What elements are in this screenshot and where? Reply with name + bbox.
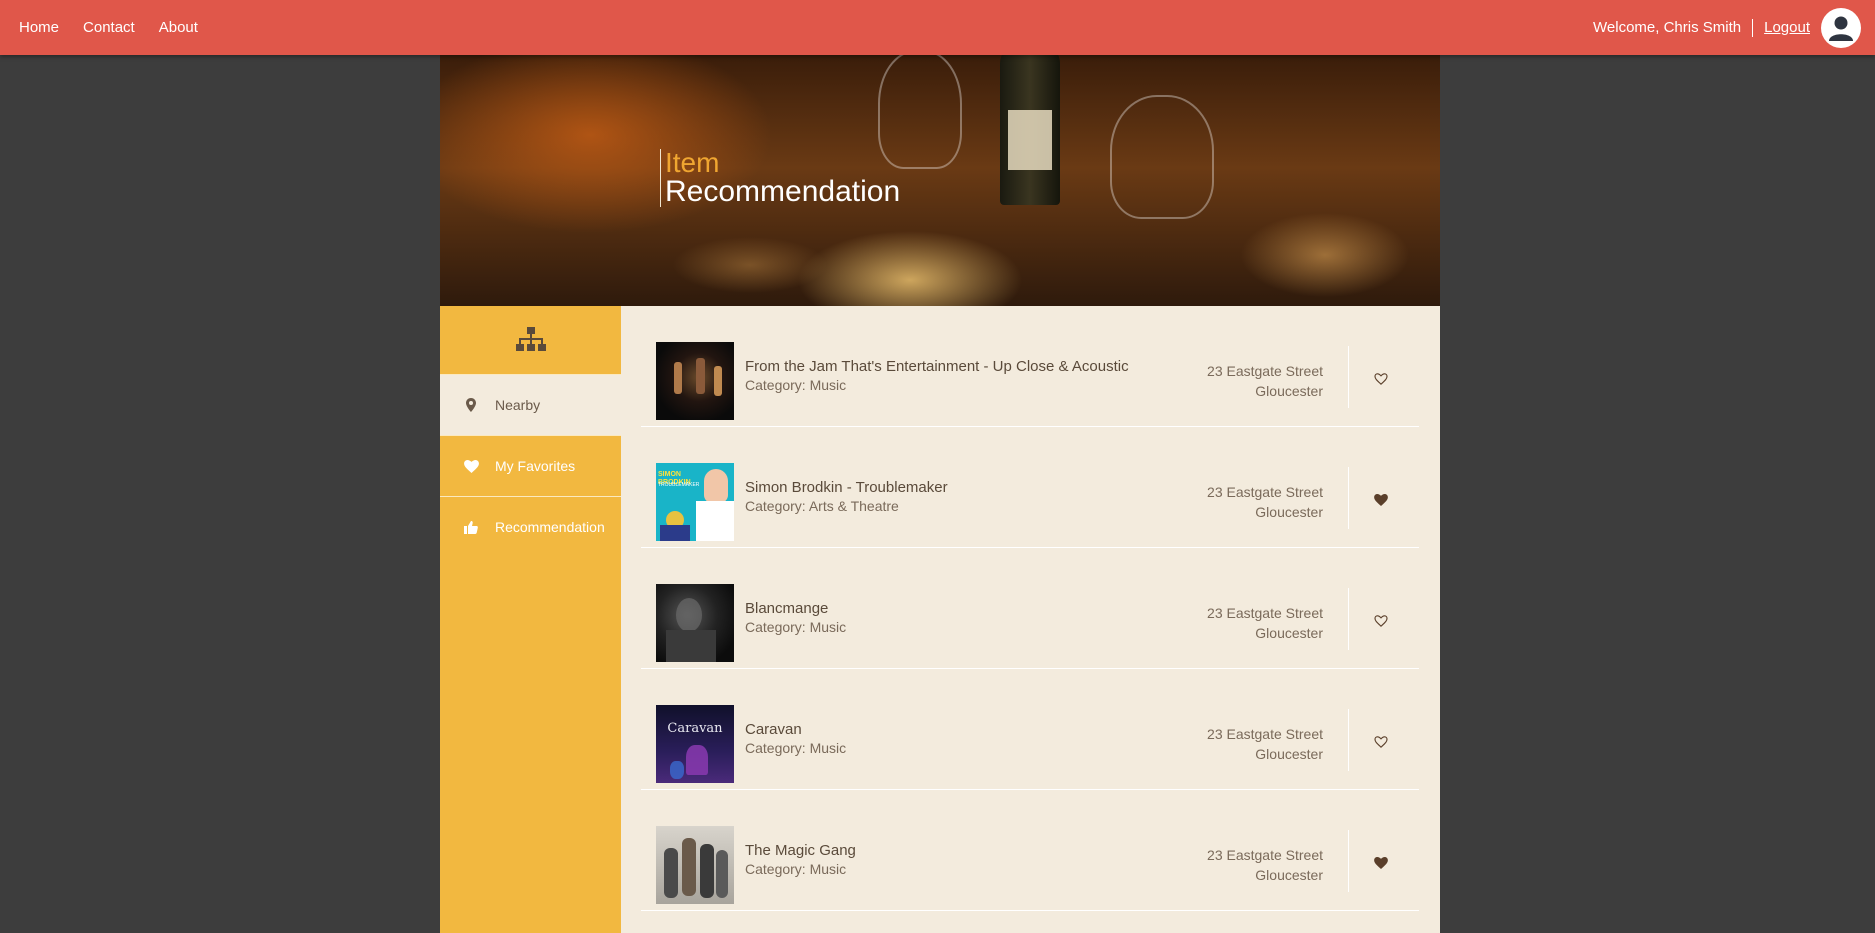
- hero-title-line1: Item: [665, 147, 720, 178]
- list-item[interactable]: From the Jam That's Entertainment - Up C…: [641, 306, 1419, 427]
- item-address: 23 Eastgate Street Gloucester: [1207, 724, 1323, 764]
- sidebar-item-nearby[interactable]: Nearby: [440, 374, 621, 435]
- user-icon: [1829, 16, 1853, 41]
- item-address: 23 Eastgate Street Gloucester: [1207, 603, 1323, 643]
- heart-icon: [459, 459, 483, 473]
- wine-glass-image-2: [1110, 95, 1214, 219]
- heart-filled-icon: [1374, 494, 1388, 506]
- sidebar: Nearby My Favorites Recommendation: [440, 306, 621, 933]
- nav-about-link[interactable]: About: [159, 19, 198, 36]
- item-list: From the Jam That's Entertainment - Up C…: [641, 306, 1419, 911]
- item-title: Caravan: [745, 721, 802, 738]
- bottle-label-image: [1008, 110, 1052, 170]
- item-address-line1: 23 Eastgate Street: [1207, 484, 1323, 500]
- item-address-line2: Gloucester: [1255, 383, 1323, 399]
- top-navbar: Home Contact About Welcome, Chris Smith …: [0, 0, 1875, 55]
- sidebar-header: [440, 306, 621, 374]
- welcome-text: Welcome, Chris Smith: [1593, 18, 1754, 37]
- favorite-button[interactable]: [1370, 489, 1392, 511]
- item-address-line2: Gloucester: [1255, 867, 1323, 883]
- item-title: Simon Brodkin - Troublemaker: [745, 479, 948, 496]
- list-item[interactable]: SIMON BRODKIN TROUBLEMAKER Simon Brodkin…: [641, 427, 1419, 548]
- item-address-line2: Gloucester: [1255, 504, 1323, 520]
- divider: [1348, 346, 1349, 408]
- item-title: The Magic Gang: [745, 842, 856, 859]
- sitemap-icon: [515, 327, 546, 351]
- map-marker-icon: [459, 398, 483, 412]
- thumbnail-caption: Caravan: [667, 721, 723, 736]
- item-thumbnail: [656, 826, 734, 904]
- divider: [1348, 830, 1349, 892]
- sidebar-item-label: My Favorites: [495, 458, 576, 474]
- main-nav: Home Contact About: [19, 0, 222, 55]
- list-item[interactable]: The Magic Gang Category: Music 23 Eastga…: [641, 790, 1419, 911]
- item-title: Blancmange: [745, 600, 829, 617]
- item-list-panel: From the Jam That's Entertainment - Up C…: [621, 306, 1440, 933]
- heart-outline-icon: [1374, 615, 1388, 627]
- sidebar-item-label: Nearby: [495, 397, 541, 413]
- item-category: Category: Music: [745, 619, 847, 635]
- thumbs-up-icon: [459, 520, 483, 534]
- heart-filled-icon: [1374, 857, 1388, 869]
- item-thumbnail: [656, 342, 734, 420]
- list-item[interactable]: Caravan Caravan Category: Music 23 Eastg…: [641, 669, 1419, 790]
- item-address-line1: 23 Eastgate Street: [1207, 605, 1323, 621]
- item-address-line1: 23 Eastgate Street: [1207, 847, 1323, 863]
- favorite-button[interactable]: [1370, 731, 1392, 753]
- item-address-line1: 23 Eastgate Street: [1207, 726, 1323, 742]
- item-address: 23 Eastgate Street Gloucester: [1207, 845, 1323, 885]
- item-category: Category: Music: [745, 861, 847, 877]
- item-address: 23 Eastgate Street Gloucester: [1207, 361, 1323, 401]
- thumbnail-caption-2: TROUBLEMAKER: [658, 482, 700, 488]
- item-address-line1: 23 Eastgate Street: [1207, 363, 1323, 379]
- item-thumbnail: Caravan: [656, 705, 734, 783]
- user-area: Welcome, Chris Smith Logout: [1593, 0, 1861, 55]
- item-thumbnail: SIMON BRODKIN TROUBLEMAKER: [656, 463, 734, 541]
- hero-banner: Item Recommendation: [440, 55, 1440, 306]
- item-address-line2: Gloucester: [1255, 746, 1323, 762]
- item-category: Category: Arts & Theatre: [745, 498, 899, 514]
- sidebar-item-label: Recommendation: [495, 519, 605, 535]
- nav-home-link[interactable]: Home: [19, 19, 59, 36]
- item-title: From the Jam That's Entertainment - Up C…: [745, 358, 1129, 375]
- divider: [1348, 467, 1349, 529]
- favorite-button[interactable]: [1370, 368, 1392, 390]
- divider: [1348, 709, 1349, 771]
- heart-outline-icon: [1374, 373, 1388, 385]
- page-title: Item Recommendation: [660, 149, 900, 207]
- hero-title-line2: Recommendation: [665, 175, 901, 208]
- favorite-button[interactable]: [1370, 852, 1392, 874]
- item-address-line2: Gloucester: [1255, 625, 1323, 641]
- nav-contact-link[interactable]: Contact: [83, 19, 135, 36]
- heart-outline-icon: [1374, 736, 1388, 748]
- favorite-button[interactable]: [1370, 610, 1392, 632]
- item-address: 23 Eastgate Street Gloucester: [1207, 482, 1323, 522]
- divider: [1348, 588, 1349, 650]
- item-category: Category: Music: [745, 740, 847, 756]
- avatar[interactable]: [1821, 7, 1861, 48]
- list-item[interactable]: Blancmange Category: Music 23 Eastgate S…: [641, 548, 1419, 669]
- item-category: Category: Music: [745, 377, 847, 393]
- logout-link[interactable]: Logout: [1764, 19, 1810, 36]
- main-container: Item Recommendation Nearby My Favorites …: [440, 55, 1440, 933]
- sidebar-item-my-favorites[interactable]: My Favorites: [440, 435, 621, 496]
- sidebar-item-recommendation[interactable]: Recommendation: [440, 496, 621, 557]
- item-thumbnail: [656, 584, 734, 662]
